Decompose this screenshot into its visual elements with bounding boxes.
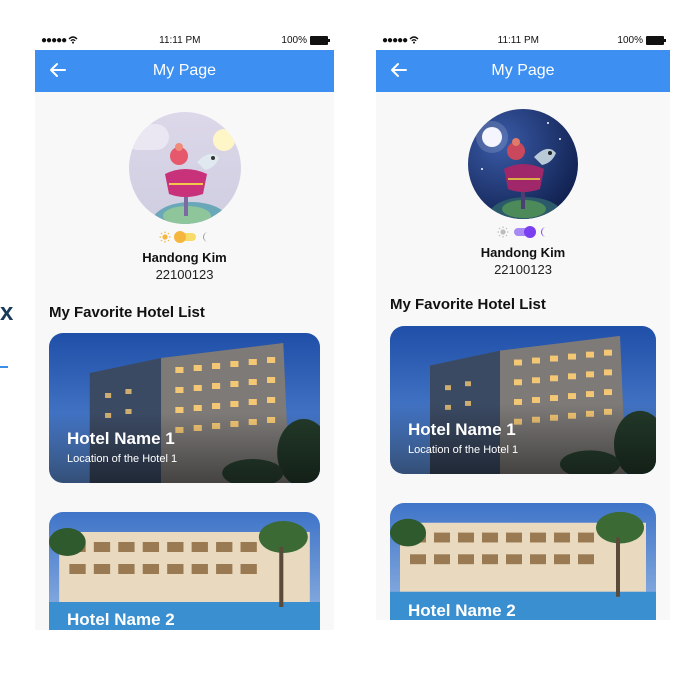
sun-icon [159,231,170,243]
app-bar: My Page [35,50,334,92]
back-arrow-icon[interactable] [388,59,410,81]
wifi-icon [68,36,78,44]
theme-switch-knob [173,231,186,243]
profile-id: 22100123 [494,262,552,277]
app-bar: My Page [376,50,670,92]
phone-screen-light: ●●●●● 11:11 PM 100% My Page Handong Kim … [35,30,334,630]
hotel-card[interactable]: Hotel Name 1 Location of the Hotel 1 [390,326,656,474]
hotel-name: Hotel Name 1 [67,429,175,448]
signal-indicator: ●●●●● [382,35,419,46]
page-title: My Page [491,62,555,79]
profile-section: Handong Kim 22100123 [35,92,334,282]
theme-toggle-row [159,230,211,244]
hotel-card[interactable]: Hotel Name 2 [390,503,656,620]
edge-fragment: x [0,299,14,368]
favorite-hotel-list-title: My Favorite Hotel List [49,304,205,321]
profile-section: Handong Kim 22100123 [376,92,670,277]
battery-icon [309,35,330,45]
back-arrow-icon[interactable] [47,59,69,81]
battery-icon [645,35,666,45]
edge-fragment-char: x [0,299,14,326]
status-time: 11:11 PM [159,34,201,46]
signal-dots-icon: ●●●●● [41,34,67,46]
profile-id: 22100123 [155,267,214,282]
sun-icon [497,226,509,238]
hotel-location: Location of the Hotel 1 [408,444,519,456]
hotel-name: Hotel Name 2 [408,601,516,620]
status-time: 11:11 PM [497,34,539,46]
hotel-name: Hotel Name 1 [408,420,516,439]
battery-percent: 100% [281,34,307,46]
avatar-illustration-dark [468,109,578,219]
wifi-icon [409,36,419,44]
signal-indicator: ●●●●● [41,35,78,46]
moon-icon [541,227,546,237]
avatar[interactable] [468,109,578,219]
battery-indicator: 100% [617,34,666,46]
status-bar: ●●●●● 11:11 PM 100% [35,30,334,50]
phone-screen-dark: ●●●●● 11:11 PM 100% My Page Handong Kim … [376,30,670,620]
avatar[interactable] [128,112,241,224]
page-title: My Page [152,62,217,79]
theme-switch[interactable] [514,226,536,238]
hotel-card[interactable]: Hotel Name 2 [49,512,320,630]
profile-name: Handong Kim [142,250,227,265]
hotel-name: Hotel Name 2 [67,610,175,629]
avatar-illustration-light [128,112,241,224]
edge-fragment-underline [0,366,8,368]
signal-dots-icon: ●●●●● [382,34,408,46]
hotel-card[interactable]: Hotel Name 1 Location of the Hotel 1 [49,333,320,483]
theme-switch[interactable] [173,231,196,243]
battery-percent: 100% [617,34,643,46]
status-bar: ●●●●● 11:11 PM 100% [376,30,670,50]
theme-switch-knob [524,226,536,238]
moon-icon [202,232,208,242]
profile-name: Handong Kim [480,245,566,260]
theme-toggle-row [497,225,549,239]
hotel-location: Location of the Hotel 1 [67,453,178,465]
favorite-hotel-list-title: My Favorite Hotel List [390,296,546,313]
battery-indicator: 100% [281,34,330,46]
